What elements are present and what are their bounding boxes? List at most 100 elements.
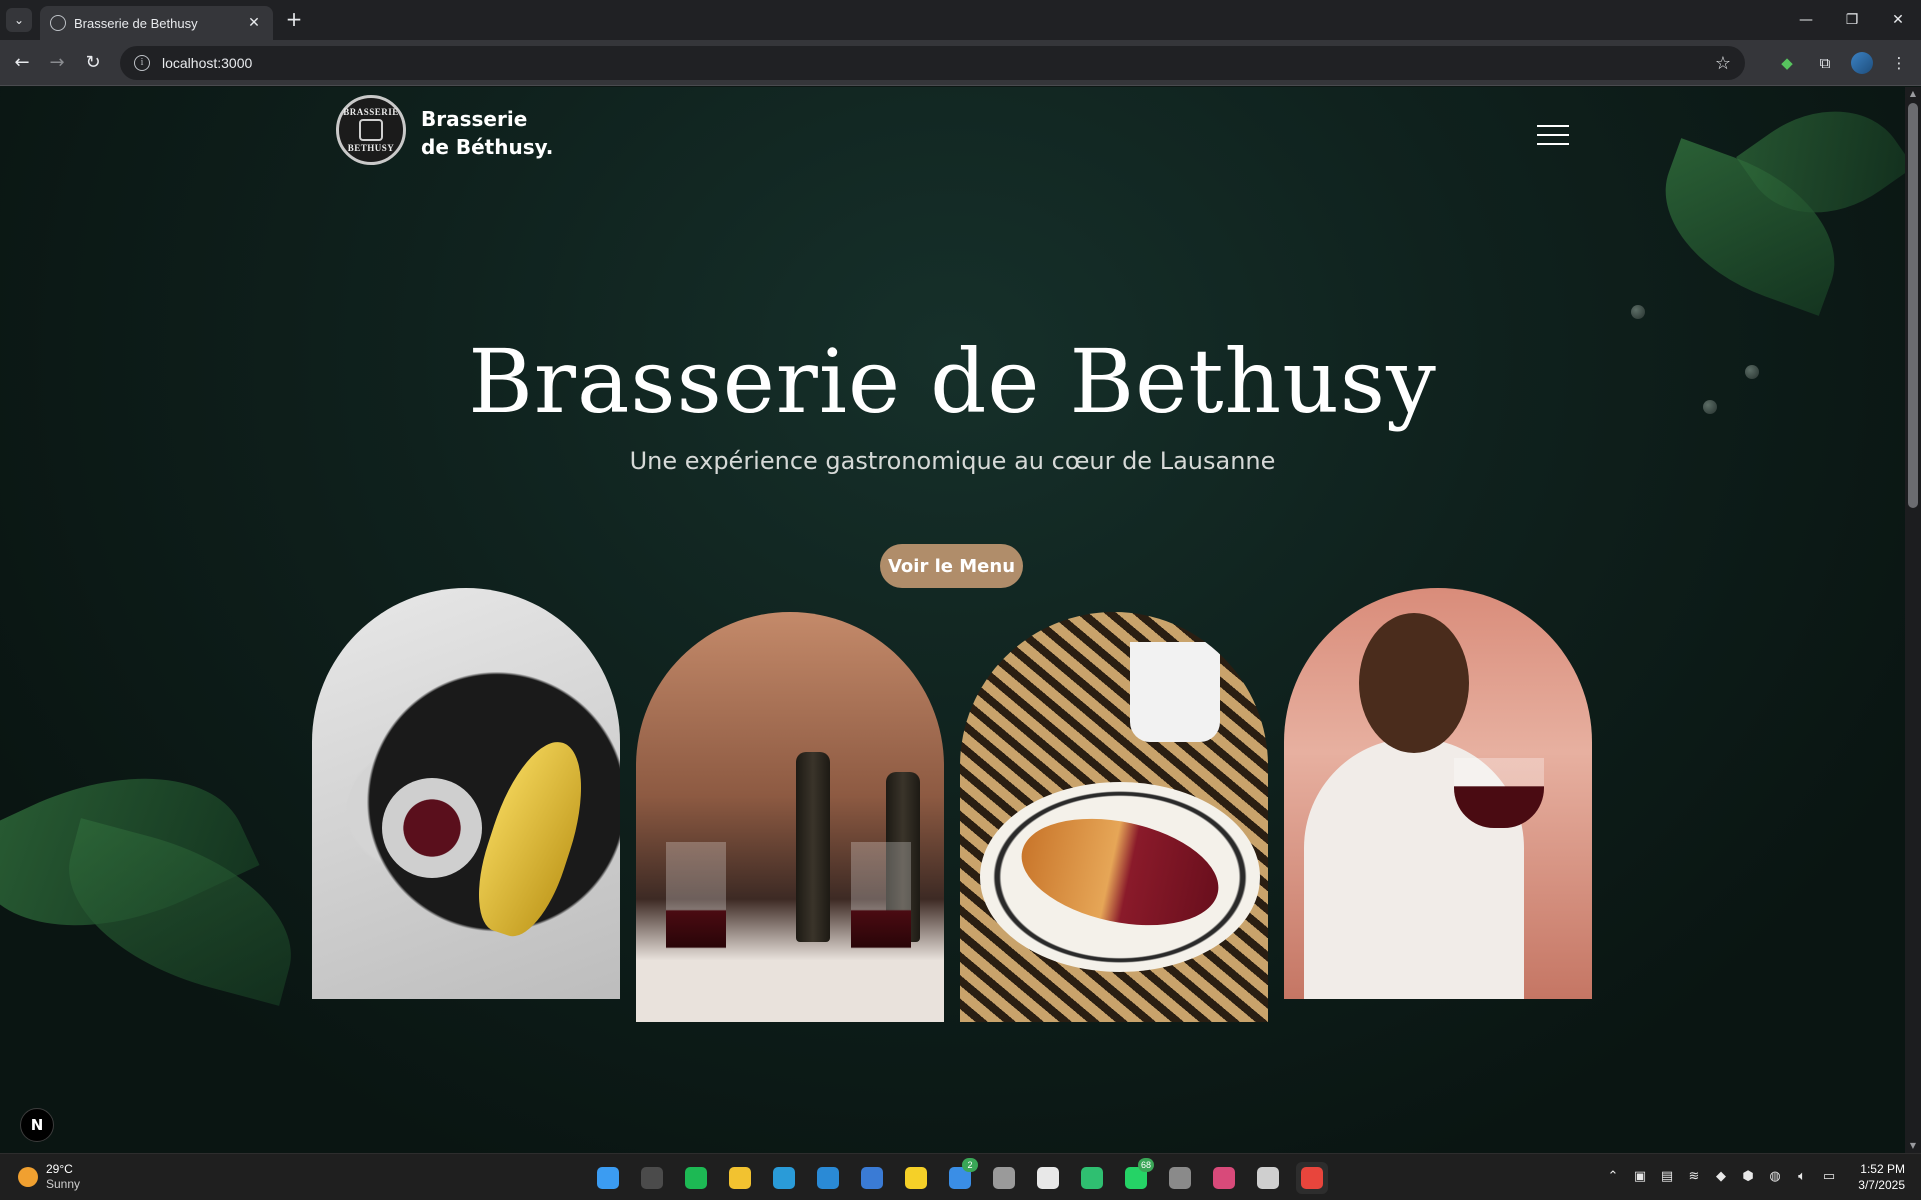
close-window-button[interactable]: ✕: [1875, 0, 1921, 40]
restore-button[interactable]: ❐: [1829, 0, 1875, 40]
taskbar-app-button[interactable]: [856, 1162, 888, 1194]
taskbar-app-button[interactable]: [900, 1162, 932, 1194]
clock-time: 1:52 PM: [1860, 1162, 1905, 1176]
taskbar-app-button[interactable]: [680, 1162, 712, 1194]
brand-logo[interactable]: BRASSERIE BETHUSY: [336, 95, 406, 165]
taskbar-clock[interactable]: 1:52 PM 3/7/2025: [1858, 1161, 1905, 1193]
forward-arrow-icon[interactable]: →: [45, 51, 69, 75]
spotify-icon: [685, 1167, 707, 1189]
volume-icon[interactable]: 🔈︎: [1794, 1168, 1810, 1184]
browser-toolbar: ← → ↻ i localhost:3000 ☆ ◆ ⧉ ⋮: [0, 40, 1921, 86]
scroll-up-icon[interactable]: ▲: [1905, 87, 1921, 101]
tray-app-icon[interactable]: ▣: [1632, 1168, 1648, 1184]
windows-taskbar: 29°C Sunny 2 68 ⌃ ▣ ▤ ≋ ◆ ⬢ ◍ 🔈︎ ▭ 1:52 P…: [0, 1153, 1921, 1200]
page-scrollbar[interactable]: ▲ ▼: [1905, 87, 1921, 1153]
clock-date: 3/7/2025: [1858, 1178, 1905, 1192]
taskbar-app-button[interactable]: 68: [1120, 1158, 1154, 1194]
taskbar-app-button[interactable]: [988, 1162, 1020, 1194]
scroll-down-icon[interactable]: ▼: [1905, 1139, 1921, 1153]
taskbar-apps: 2 68: [592, 1158, 1328, 1194]
page-viewport: BRASSERIE BETHUSY Brasserie de Béthusy. …: [0, 87, 1905, 1153]
toast-guest-image: [1284, 588, 1592, 999]
taskbar-app-button[interactable]: [592, 1162, 624, 1194]
media-player-icon: [641, 1167, 663, 1189]
site-header: BRASSERIE BETHUSY Brasserie de Béthusy.: [336, 95, 1569, 169]
taskbar-app-button[interactable]: [724, 1162, 756, 1194]
taskbar-app-button[interactable]: [1032, 1162, 1064, 1194]
decorative-leaf: [47, 818, 313, 1006]
browser-menu-icon[interactable]: ⋮: [1887, 51, 1911, 75]
tray-app-icon[interactable]: ≋: [1686, 1168, 1702, 1184]
microphone-app-icon: [993, 1167, 1015, 1189]
taskbar-app-button[interactable]: [1076, 1162, 1108, 1194]
logo-text-top: BRASSERIE: [343, 107, 399, 117]
site-info-icon[interactable]: i: [134, 55, 150, 71]
url-text[interactable]: localhost:3000: [162, 55, 1715, 71]
tab-title: Brasserie de Bethusy: [74, 15, 198, 31]
address-bar[interactable]: i localhost:3000 ☆: [120, 46, 1745, 80]
tab-close-icon[interactable]: ✕: [245, 15, 263, 31]
vscode-icon: [817, 1167, 839, 1189]
hero-subtitle: Une expérience gastronomique au cœur de …: [629, 447, 1276, 475]
site-favicon-icon: [50, 15, 66, 31]
file-explorer-icon: [729, 1167, 751, 1189]
logo-text-bottom: BETHUSY: [347, 143, 395, 153]
decorative-pea: [1631, 305, 1645, 319]
taskbar-app-button[interactable]: [1164, 1162, 1196, 1194]
sun-icon: [18, 1167, 38, 1187]
scrollbar-thumb[interactable]: [1908, 103, 1918, 508]
extension-icon[interactable]: ◆: [1775, 51, 1799, 75]
back-arrow-icon[interactable]: ←: [10, 51, 34, 75]
reload-icon[interactable]: ↻: [81, 51, 105, 75]
weather-widget[interactable]: 29°C Sunny: [18, 1162, 80, 1192]
tab-list-chevron-icon[interactable]: ⌄: [6, 8, 32, 32]
new-tab-button[interactable]: +: [282, 8, 306, 32]
taskbar-app-button[interactable]: [812, 1162, 844, 1194]
windows-start-icon: [597, 1167, 619, 1189]
taskbar-app-button[interactable]: [768, 1162, 800, 1194]
nextjs-dev-badge[interactable]: N: [20, 1108, 54, 1142]
notification-badge: 2: [962, 1158, 978, 1172]
weather-condition: Sunny: [46, 1177, 81, 1191]
browser-tab-active[interactable]: Brasserie de Bethusy ✕: [40, 6, 273, 40]
brand-name-line2: de Béthusy.: [421, 135, 554, 159]
battery-icon[interactable]: ▭: [1821, 1168, 1837, 1184]
wine-bottles-image: [636, 612, 944, 1022]
taskbar-app-button[interactable]: [1252, 1162, 1284, 1194]
croissant-image: [960, 612, 1268, 1022]
view-menu-button[interactable]: Voir le Menu: [880, 544, 1023, 588]
language-globe-icon[interactable]: ◍: [1767, 1168, 1783, 1184]
color-app-icon: [1213, 1167, 1235, 1189]
taskbar-app-button[interactable]: [636, 1162, 668, 1194]
tray-app-icon[interactable]: ◆: [1713, 1168, 1729, 1184]
chrome-icon: [1301, 1167, 1323, 1189]
tray-chevron-up-icon[interactable]: ⌃: [1605, 1168, 1621, 1184]
taskbar-app-button[interactable]: 2: [944, 1158, 978, 1194]
edge-icon: [773, 1167, 795, 1189]
system-tray: ⌃ ▣ ▤ ≋ ◆ ⬢ ◍ 🔈︎ ▭: [1605, 1168, 1837, 1184]
tray-app-icon[interactable]: ⬢: [1740, 1168, 1756, 1184]
food-platter-image: [312, 588, 620, 999]
brand-name-line1: Brasserie: [421, 107, 528, 131]
taskbar-app-button[interactable]: [1208, 1162, 1240, 1194]
profile-avatar[interactable]: [1851, 52, 1873, 74]
sticky-notes-icon: [905, 1167, 927, 1189]
logo-emblem-icon: [359, 119, 383, 141]
clock-app-icon: [1257, 1167, 1279, 1189]
browser-tab-bar: ⌄ Brasserie de Bethusy ✕ + — ❐ ✕: [0, 0, 1921, 40]
hero-title: Brasserie de Bethusy: [468, 330, 1437, 433]
bookmark-star-icon[interactable]: ☆: [1715, 53, 1731, 74]
extensions-area: ◆ ⧉ ⋮: [1775, 51, 1911, 75]
brand-name[interactable]: Brasserie de Béthusy.: [421, 105, 553, 161]
circle-app-icon: [1169, 1167, 1191, 1189]
extensions-puzzle-icon[interactable]: ⧉: [1813, 51, 1837, 75]
hamburger-menu-icon[interactable]: [1537, 125, 1569, 145]
stacks-icon: [1081, 1167, 1103, 1189]
window-controls: — ❐ ✕: [1783, 0, 1921, 40]
minimize-button[interactable]: —: [1783, 0, 1829, 40]
notion-icon: [1037, 1167, 1059, 1189]
taskbar-app-button[interactable]: [1296, 1162, 1328, 1194]
tray-app-icon[interactable]: ▤: [1659, 1168, 1675, 1184]
weather-temperature: 29°C: [46, 1162, 73, 1176]
notification-badge: 68: [1137, 1158, 1154, 1172]
